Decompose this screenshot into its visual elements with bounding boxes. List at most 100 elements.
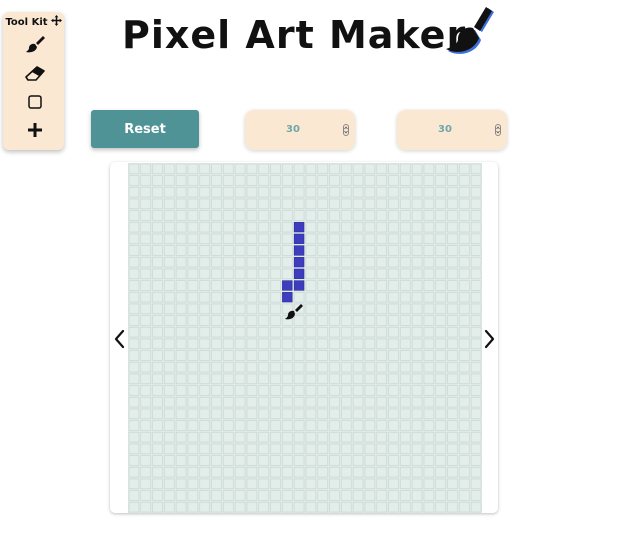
grid-cell[interactable] [282,233,293,244]
grid-cell[interactable] [317,163,328,174]
grid-cell[interactable] [175,455,187,466]
grid-cell[interactable] [329,443,340,454]
grid-cell[interactable] [140,467,151,478]
grid-cell[interactable] [128,175,140,186]
grid-cell[interactable] [376,350,387,361]
grid-cell[interactable] [447,245,458,256]
grid-cell[interactable] [435,362,446,373]
grid-cell[interactable] [341,338,352,349]
grid-cell[interactable] [223,478,234,489]
grid-cell[interactable] [317,490,328,501]
grid-cell[interactable] [223,268,234,279]
grid-cell[interactable] [246,408,258,419]
grid-cell[interactable] [199,187,210,198]
grid-cell[interactable] [459,362,470,373]
grid-cell[interactable] [140,257,151,268]
grid-cell[interactable] [187,408,199,419]
grid-cell[interactable] [447,327,458,338]
grid-cell[interactable] [187,163,199,174]
grid-cell[interactable] [199,362,210,373]
grid-cell[interactable] [400,362,411,373]
grid-cell[interactable] [352,245,364,256]
grid-cell[interactable] [211,362,222,373]
grid-cell[interactable] [352,373,364,384]
grid-cell[interactable] [282,163,293,174]
grid-cell[interactable] [211,502,222,513]
grid-cell[interactable] [293,467,305,478]
add-tool-button[interactable] [18,120,52,144]
grid-cell[interactable] [246,303,258,314]
grid-cell[interactable] [211,210,222,221]
grid-cell[interactable] [282,257,293,268]
grid-cell[interactable] [234,303,246,314]
grid-cell[interactable] [352,187,364,198]
grid-cell[interactable] [258,478,269,489]
grid-cell[interactable] [223,327,234,338]
grid-cell[interactable] [246,292,258,303]
grid-cell[interactable] [352,397,364,408]
grid-cell[interactable] [459,222,470,233]
grid-cell[interactable] [459,315,470,326]
grid-cell[interactable] [270,432,281,443]
grid-cell[interactable] [282,397,293,408]
grid-cell[interactable] [364,327,376,338]
move-icon[interactable] [50,15,62,29]
grid-cell[interactable] [305,175,317,186]
grid-cell[interactable] [128,303,140,314]
grid-cell[interactable] [329,292,340,303]
grid-cell[interactable] [447,233,458,244]
grid-cell[interactable] [152,163,163,174]
grid-cell[interactable] [470,163,482,174]
grid-cell[interactable] [234,490,246,501]
grid-cell[interactable] [423,303,435,314]
grid-cell[interactable] [388,467,399,478]
reset-button[interactable]: Reset [91,110,199,148]
grid-cell[interactable] [246,268,258,279]
grid-cell[interactable] [305,187,317,198]
grid-cell[interactable] [305,443,317,454]
grid-cell[interactable] [175,338,187,349]
grid-cell[interactable] [175,420,187,431]
grid-cell[interactable] [211,467,222,478]
grid-cell[interactable] [411,268,423,279]
grid-cell[interactable] [223,385,234,396]
grid-cell[interactable] [364,490,376,501]
grid-cell[interactable] [234,187,246,198]
grid-cell[interactable] [400,327,411,338]
grid-cell[interactable] [211,443,222,454]
grid-cell[interactable] [459,467,470,478]
grid-cell[interactable] [411,338,423,349]
grid-cell[interactable] [459,268,470,279]
grid-cell[interactable] [329,420,340,431]
grid-cell[interactable] [258,163,269,174]
grid-cell[interactable] [470,397,482,408]
grid-cell[interactable] [293,292,305,303]
grid-cell[interactable] [364,175,376,186]
grid-cell[interactable] [400,432,411,443]
grid-cell[interactable] [258,432,269,443]
grid-cell[interactable] [470,443,482,454]
grid-cell[interactable] [140,268,151,279]
grid-cell[interactable] [341,362,352,373]
grid-cell[interactable] [270,467,281,478]
grid-cell[interactable] [341,245,352,256]
grid-cell[interactable] [459,502,470,513]
grid-cell[interactable] [128,432,140,443]
grid-cell[interactable] [187,455,199,466]
grid-cell[interactable] [400,315,411,326]
grid-cell[interactable] [187,280,199,291]
grid-cell[interactable] [282,408,293,419]
grid-cell[interactable] [140,210,151,221]
grid-cell[interactable] [388,432,399,443]
grid-cell[interactable] [128,163,140,174]
grid-cell[interactable] [447,292,458,303]
grid-cell[interactable] [423,280,435,291]
grid-cell[interactable] [459,420,470,431]
grid-cell[interactable] [270,245,281,256]
grid-cell[interactable] [435,385,446,396]
grid-cell[interactable] [223,467,234,478]
grid-cell[interactable] [164,175,175,186]
height-spinner-icon[interactable] [343,124,349,136]
grid-cell[interactable] [128,362,140,373]
grid-cell[interactable] [246,198,258,209]
